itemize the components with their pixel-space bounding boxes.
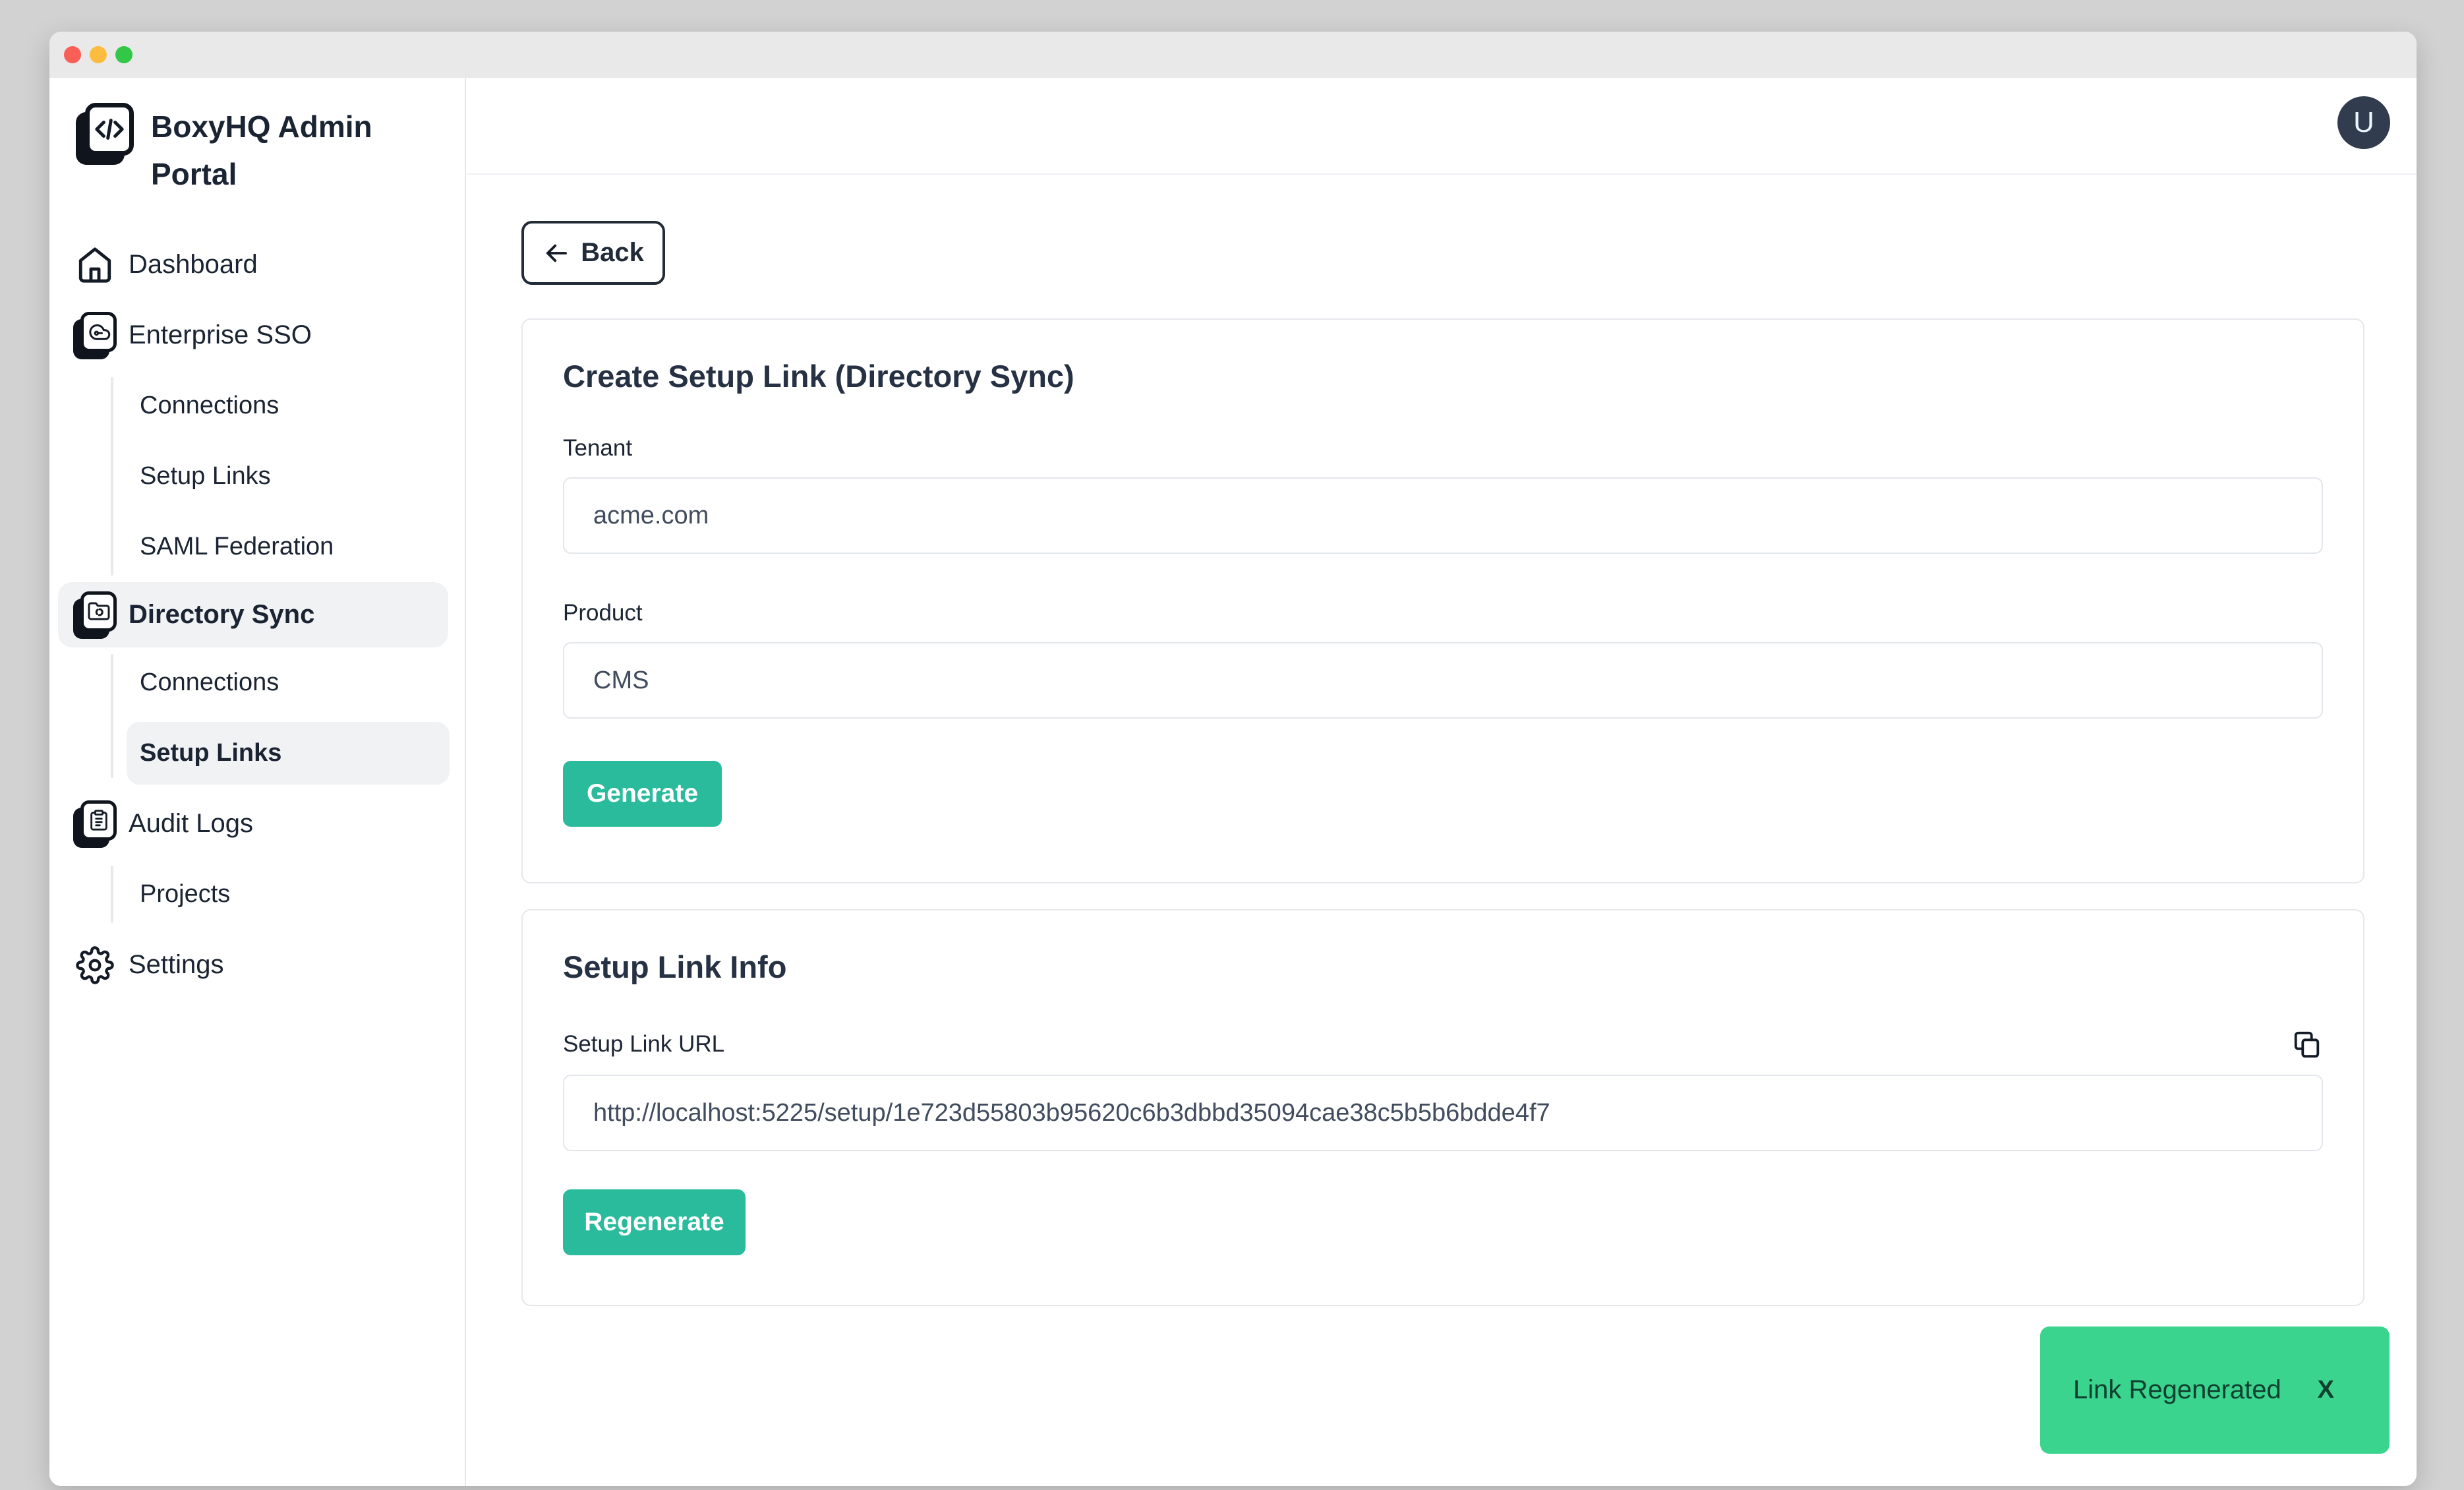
- create-setup-link-card: Create Setup Link (Directory Sync) Tenan…: [521, 318, 2364, 883]
- sidebar-item-label: Connections: [140, 669, 279, 697]
- card-title: Create Setup Link (Directory Sync): [563, 358, 2323, 394]
- back-button[interactable]: Back: [521, 221, 665, 285]
- sidebar-item-label: Setup Links: [140, 462, 271, 491]
- sidebar-item-directory-sync[interactable]: Directory Sync: [58, 582, 448, 647]
- toast-link-regenerated: Link Regenerated X: [2040, 1326, 2390, 1454]
- toast-message: Link Regenerated: [2073, 1375, 2281, 1405]
- sidebar-item-label: Projects: [140, 880, 230, 909]
- copy-clipboard-icon[interactable]: [2291, 1028, 2323, 1060]
- close-window-icon[interactable]: [64, 46, 81, 63]
- sidebar-item-label: Settings: [129, 950, 224, 980]
- sidebar-item-projects[interactable]: Projects: [49, 859, 465, 930]
- sidebar-item-dsync-setup-links[interactable]: Setup Links: [127, 722, 450, 785]
- generate-button[interactable]: Generate: [563, 761, 722, 827]
- sidebar-item-enterprise-sso[interactable]: Enterprise SSO: [49, 300, 465, 371]
- regenerate-button[interactable]: Regenerate: [563, 1189, 746, 1255]
- sidebar-item-saml-federation[interactable]: SAML Federation: [49, 512, 465, 582]
- gear-icon: [73, 941, 117, 989]
- toast-close-button[interactable]: X: [2318, 1376, 2334, 1404]
- brand: BoxyHQ Admin Portal: [76, 103, 434, 198]
- sidebar-item-label: Audit Logs: [129, 809, 253, 839]
- home-icon: [73, 241, 117, 289]
- sidebar-item-label: Dashboard: [129, 250, 258, 280]
- sidebar-item-label: Enterprise SSO: [129, 320, 312, 350]
- sidebar-item-label: Setup Links: [140, 739, 281, 767]
- product-input[interactable]: [563, 642, 2323, 719]
- sidebar-item-settings[interactable]: Settings: [49, 930, 465, 1000]
- app-title: BoxyHQ Admin Portal: [151, 103, 434, 198]
- back-button-label: Back: [581, 238, 644, 268]
- sidebar-item-sso-setup-links[interactable]: Setup Links: [49, 441, 465, 512]
- main-content: U Back Create Setup Link (Directory Sync…: [467, 78, 2417, 1486]
- folder-sync-key-icon: [73, 591, 117, 639]
- window-titlebar: [49, 32, 2417, 78]
- setup-link-info-card: Setup Link Info Setup Link URL Regenerat…: [521, 909, 2364, 1306]
- sso-cloud-key-icon: [73, 312, 117, 359]
- tenant-input[interactable]: [563, 477, 2323, 554]
- setup-link-url-input[interactable]: [563, 1075, 2323, 1151]
- top-header: U: [467, 78, 2417, 175]
- card-title: Setup Link Info: [563, 949, 2323, 985]
- maximize-window-icon[interactable]: [115, 46, 132, 63]
- sidebar-item-audit-logs[interactable]: Audit Logs: [49, 789, 465, 859]
- clipboard-key-icon: [73, 800, 117, 848]
- code-key-icon: [76, 103, 134, 165]
- sidebar-item-dsync-connections[interactable]: Connections: [49, 647, 465, 718]
- setup-link-url-label: Setup Link URL: [563, 1031, 724, 1058]
- sidebar-item-label: SAML Federation: [140, 533, 334, 561]
- sidebar-item-label: Directory Sync: [129, 600, 314, 630]
- url-label-row: Setup Link URL: [563, 1028, 2323, 1060]
- sidebar-item-label: Connections: [140, 392, 279, 420]
- avatar[interactable]: U: [2337, 96, 2390, 149]
- sidebar-subgroup-enterprise-sso: Connections Setup Links SAML Federation: [49, 371, 465, 582]
- sidebar-nav: Dashboard Enterpr: [49, 229, 465, 1000]
- arrow-left-icon: [543, 239, 570, 267]
- tenant-label: Tenant: [563, 435, 2323, 462]
- product-label: Product: [563, 600, 2323, 626]
- sidebar: BoxyHQ Admin Portal Dashboard: [49, 78, 466, 1486]
- sidebar-item-sso-connections[interactable]: Connections: [49, 371, 465, 441]
- sidebar-item-dashboard[interactable]: Dashboard: [49, 229, 465, 300]
- sidebar-subgroup-directory-sync: Connections Setup Links: [49, 647, 465, 785]
- sidebar-subgroup-audit-logs: Projects: [49, 859, 465, 930]
- app-window: BoxyHQ Admin Portal Dashboard: [49, 32, 2417, 1486]
- avatar-initial: U: [2353, 106, 2374, 139]
- minimize-window-icon[interactable]: [90, 46, 107, 63]
